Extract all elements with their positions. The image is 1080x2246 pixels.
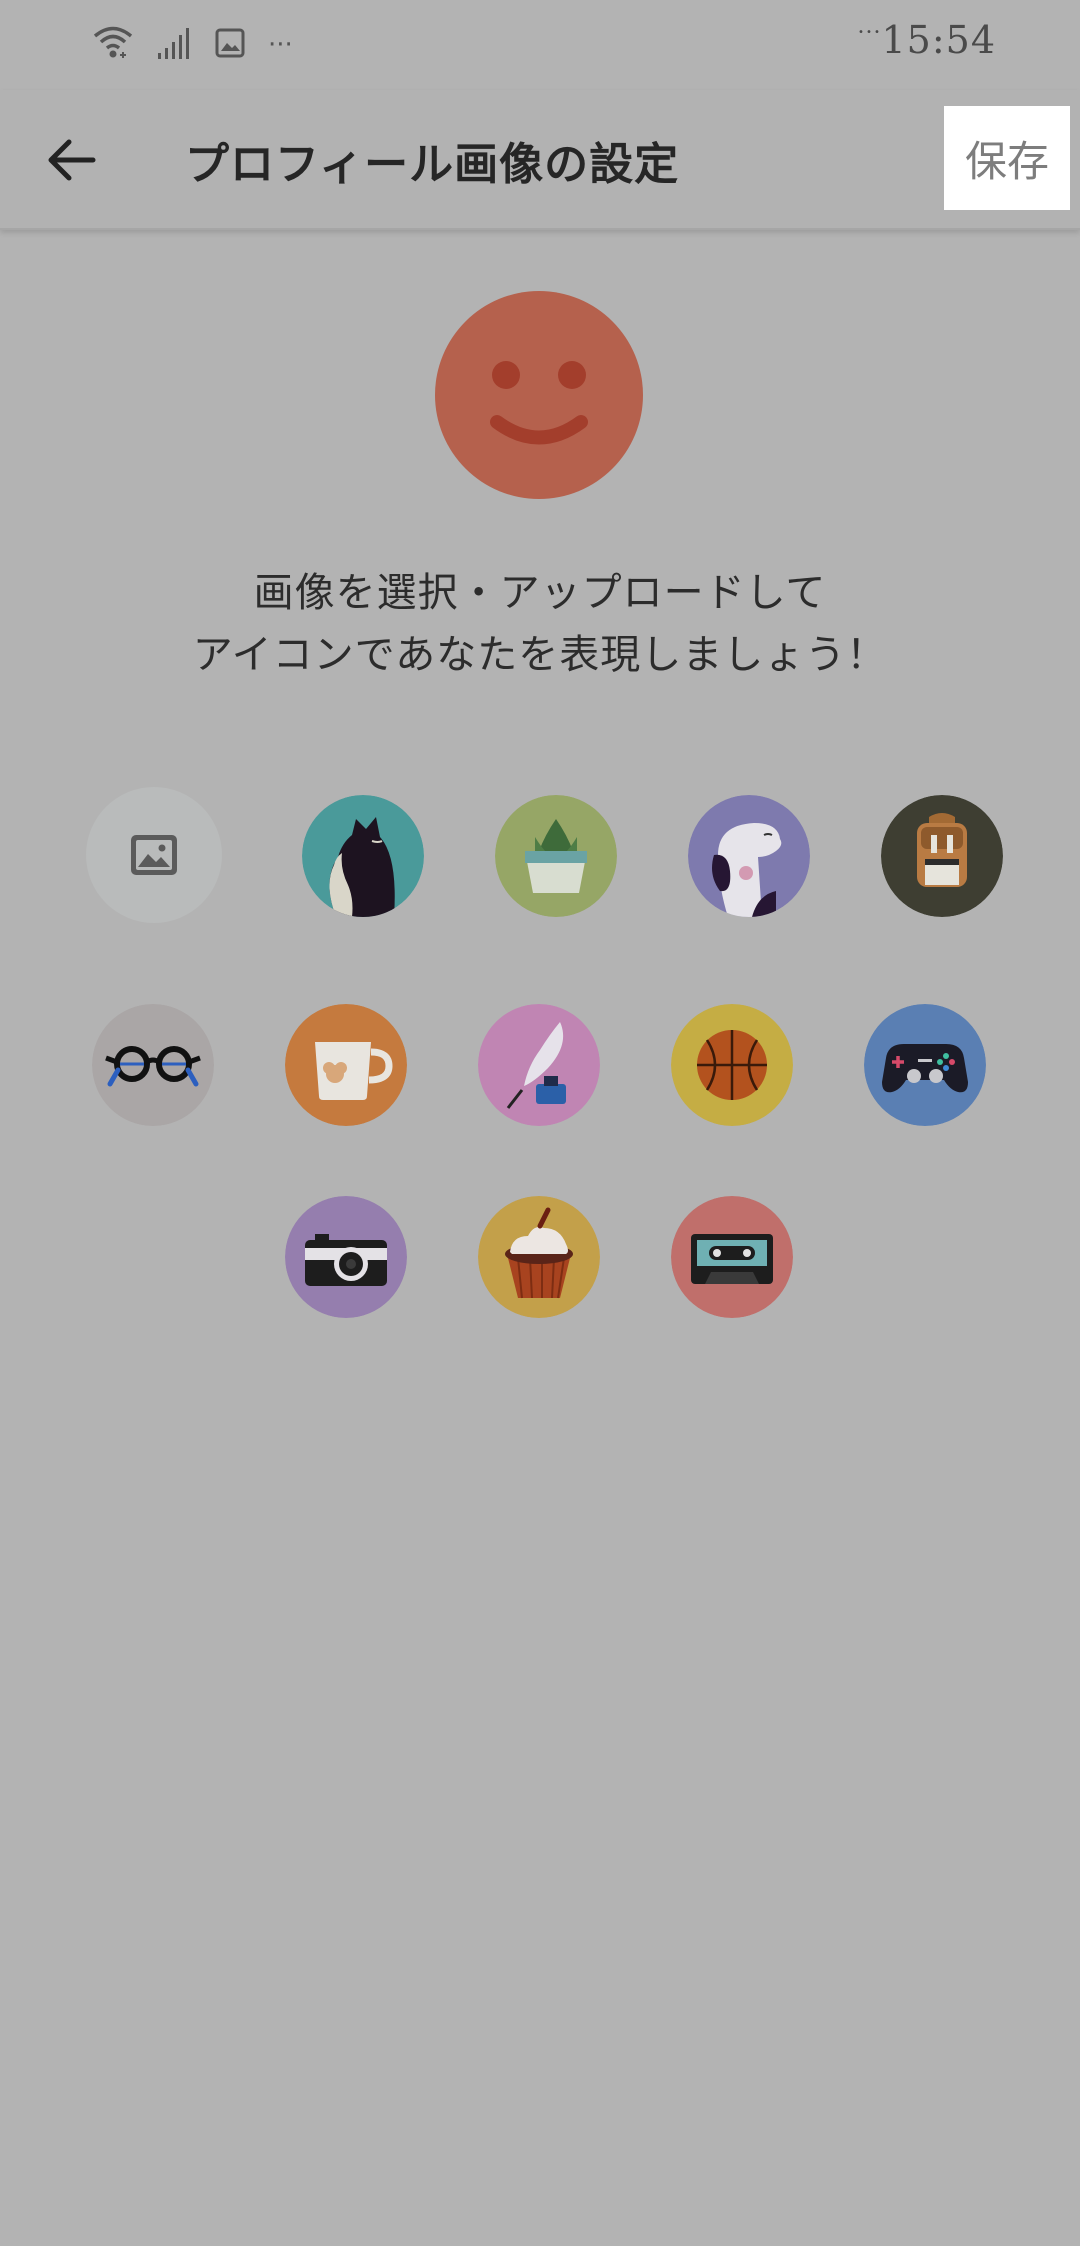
dog-avatar[interactable] — [688, 795, 810, 917]
instruction-line-1: 画像を選択・アップロードして — [253, 570, 827, 616]
gamepad-avatar[interactable] — [864, 1004, 986, 1126]
cassette-avatar[interactable] — [671, 1196, 793, 1318]
camera-avatar[interactable] — [285, 1196, 407, 1318]
backpack-icon — [881, 795, 1003, 917]
basketball-icon — [671, 1004, 793, 1126]
glasses-icon — [92, 1004, 214, 1126]
quill-ink-icon — [478, 1004, 600, 1126]
cup-avatar[interactable] — [285, 1004, 407, 1126]
cat-icon — [302, 795, 424, 917]
app-bar: プロフィール画像の設定 保存 — [0, 90, 1080, 230]
gallery-notification-icon — [214, 27, 246, 63]
status-bar: ··· ···15:54 — [0, 0, 1080, 90]
image-icon — [131, 835, 177, 875]
back-button[interactable] — [36, 124, 108, 196]
instruction-line-2: アイコンであなたを表現しましょう！ — [192, 632, 888, 678]
gamepad-icon — [864, 1004, 986, 1126]
smiley-face-icon — [435, 291, 643, 499]
clock: 15:54 — [881, 18, 996, 62]
status-icons: ··· — [92, 22, 293, 68]
cassette-icon — [671, 1196, 793, 1318]
more-indicator: ··· — [268, 30, 293, 60]
page-title: プロフィール画像の設定 — [185, 139, 680, 190]
quill-avatar[interactable] — [478, 1004, 600, 1126]
image-upload-option[interactable] — [86, 787, 222, 923]
selected-avatar-preview — [435, 291, 643, 499]
save-button[interactable]: 保存 — [944, 106, 1070, 210]
instruction-text: 画像を選択・アップロードして アイコンであなたを表現しましょう！ — [140, 562, 940, 686]
plant-icon — [495, 795, 617, 917]
cupcake-icon — [478, 1196, 600, 1318]
signal-icon — [156, 25, 192, 65]
dog-icon — [688, 795, 810, 917]
basketball-avatar[interactable] — [671, 1004, 793, 1126]
notification-dots: ··· — [857, 20, 882, 46]
cupcake-avatar[interactable] — [478, 1196, 600, 1318]
camera-icon — [285, 1196, 407, 1318]
status-time: ···15:54 — [858, 18, 997, 62]
glasses-avatar[interactable] — [92, 1004, 214, 1126]
backpack-avatar[interactable] — [881, 795, 1003, 917]
wifi-icon — [92, 23, 134, 67]
back-arrow-icon — [48, 139, 96, 181]
cup-icon — [285, 1004, 407, 1126]
plant-avatar[interactable] — [495, 795, 617, 917]
cat-avatar[interactable] — [302, 795, 424, 917]
